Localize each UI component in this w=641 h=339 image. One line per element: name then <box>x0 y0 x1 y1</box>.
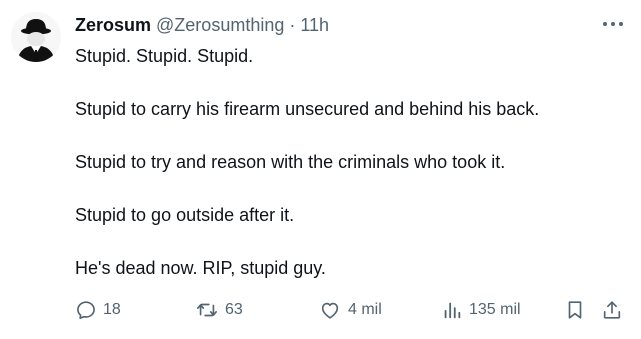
views-icon <box>444 302 461 319</box>
views-count: 135 mil <box>469 301 521 318</box>
share-icon <box>603 301 621 319</box>
separator-dot: · <box>289 14 296 35</box>
share-button[interactable] <box>601 296 623 324</box>
reply-icon <box>77 301 95 320</box>
tweet-line: Stupid to carry his firearm unsecured an… <box>75 99 540 119</box>
reply-button[interactable]: 18 <box>75 296 121 324</box>
more-dot <box>603 22 607 26</box>
action-bar: 18 63 4 mil 135 mil <box>75 296 625 324</box>
reply-count: 18 <box>103 301 121 318</box>
like-button[interactable]: 4 mil <box>318 296 382 324</box>
more-options-button[interactable] <box>603 16 623 32</box>
user-handle[interactable]: @Zerosumthing <box>156 15 284 36</box>
more-dot <box>619 22 623 26</box>
avatar[interactable] <box>11 12 61 62</box>
timestamp[interactable]: 11h <box>300 15 329 36</box>
more-dot <box>611 22 615 26</box>
tweet-line: He's dead now. RIP, stupid guy. <box>75 258 326 278</box>
display-name[interactable]: Zerosum <box>75 15 151 36</box>
tweet-line: Stupid to go outside after it. <box>75 205 295 225</box>
tweet-line: Stupid to try and reason with the crimin… <box>75 152 506 172</box>
repost-count: 63 <box>225 301 243 318</box>
repost-button[interactable]: 63 <box>195 296 243 324</box>
tweet-header: Zerosum @Zerosumthing · 11h <box>75 14 329 36</box>
bookmark-icon <box>568 301 582 319</box>
tweet-line: Stupid. Stupid. Stupid. <box>75 46 254 66</box>
repost-icon <box>197 303 217 317</box>
tweet-text: Stupid. Stupid. Stupid. Stupid to carry … <box>75 44 625 280</box>
like-count: 4 mil <box>348 301 382 318</box>
heart-icon <box>321 302 339 319</box>
views-button[interactable]: 135 mil <box>441 296 521 324</box>
bowler-hat-figure-icon <box>11 12 61 62</box>
bookmark-button[interactable] <box>564 296 586 324</box>
